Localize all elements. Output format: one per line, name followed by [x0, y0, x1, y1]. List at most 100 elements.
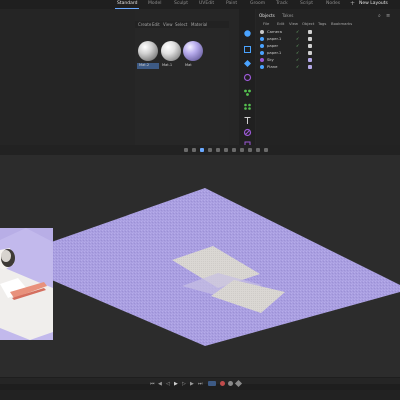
add-layout-icon[interactable]: + [350, 0, 355, 8]
playback-controls: ⏮ ◀ ◁ ▶ ▷ ▶ ⏭ [150, 379, 260, 388]
material-swatch-mat[interactable] [183, 41, 203, 61]
tag-icon[interactable] [308, 30, 312, 34]
next-frame-icon[interactable]: ▷ [182, 381, 186, 387]
object-name: paper.1 [267, 50, 282, 55]
layout-tab-script[interactable]: Script [300, 1, 313, 7]
object-name: paper [267, 43, 279, 48]
object-menu-object[interactable]: Object [302, 21, 314, 26]
viewport-filter-icon[interactable] [216, 148, 220, 152]
deformer-icon[interactable] [243, 67, 252, 82]
cinema4d-window: Standard Model Sculpt UVEdit Paint Groom… [0, 0, 400, 400]
autokey-icon[interactable] [228, 381, 233, 386]
material-tag-icon[interactable] [308, 65, 312, 69]
viewport-options-icon[interactable] [208, 148, 212, 152]
next-key-icon[interactable]: ▶ [190, 381, 194, 387]
object-menu-file[interactable]: File [263, 21, 269, 26]
attribute-panel [0, 9, 135, 145]
plane-object-icon [260, 65, 264, 69]
object-menu-view[interactable]: View [289, 21, 298, 26]
object-row-camera[interactable]: Camera ✓ [256, 29, 400, 36]
render-preview-image [0, 228, 53, 340]
search-icon[interactable]: ⌕ [378, 13, 381, 19]
spline-pen-icon[interactable] [243, 39, 252, 53]
material-swatch-mat2[interactable] [138, 41, 158, 61]
material-swatch-mat1[interactable] [161, 41, 181, 61]
layout-tab-nodes[interactable]: Nodes [326, 1, 340, 7]
object-name: Camera [267, 29, 282, 34]
material-tag-icon[interactable] [308, 58, 312, 62]
material-tag-icon[interactable] [308, 37, 312, 41]
previous-key-icon[interactable]: ◀ [158, 381, 162, 387]
layout-tab-track[interactable]: Track [276, 1, 288, 7]
viewport-grid-icon[interactable] [232, 148, 236, 152]
object-row-paper[interactable]: paper ✓ [256, 43, 400, 50]
object-name: Sky [267, 57, 274, 62]
viewport-render-icon[interactable] [248, 148, 252, 152]
viewport-hud-icon[interactable] [256, 148, 260, 152]
material-label-mat2: Mat.2 [139, 63, 150, 67]
go-to-end-icon[interactable]: ⏭ [198, 381, 203, 387]
object-row-plane[interactable]: Plane ✓ [256, 64, 400, 71]
camera-object-icon [260, 30, 264, 34]
loop-icon[interactable] [208, 381, 216, 386]
panel-options-icon[interactable]: ≡ [386, 13, 390, 19]
viewport-panel-icon[interactable] [224, 148, 228, 152]
layout-tab-uvedit[interactable]: UVEdit [199, 1, 214, 7]
camera-icon[interactable] [243, 110, 252, 124]
viewport-more-icon[interactable] [264, 148, 268, 152]
visibility-check-icon[interactable]: ✓ [296, 57, 299, 63]
material-label-mat1: Mat.1 [162, 63, 173, 67]
material-menu-create[interactable]: Create [138, 22, 151, 28]
mesh-object-icon [260, 37, 264, 41]
record-icon[interactable] [220, 381, 225, 386]
viewport-active-icon[interactable] [200, 148, 204, 152]
3d-viewport[interactable] [0, 155, 400, 377]
visibility-check-icon[interactable]: ✓ [296, 64, 299, 70]
timeline-track[interactable] [0, 390, 400, 400]
light-icon[interactable] [243, 122, 252, 137]
layout-tab-sculpt[interactable]: Sculpt [174, 1, 188, 7]
object-menu-tags[interactable]: Tags [318, 21, 326, 26]
material-tag-icon[interactable] [308, 44, 312, 48]
visibility-check-icon[interactable]: ✓ [296, 43, 299, 49]
fields-icon[interactable] [243, 96, 252, 110]
object-menu-bookmarks[interactable]: Bookmarks [331, 21, 352, 26]
cube-icon[interactable] [243, 23, 252, 37]
mesh-object-icon [260, 51, 264, 55]
material-menu-material[interactable]: Material [191, 22, 207, 28]
generator-icon[interactable] [243, 53, 252, 67]
tab-takes[interactable]: Takes [282, 13, 293, 19]
render-preview [0, 228, 53, 340]
object-row-paper-1[interactable]: paper.1 ✓ [256, 36, 400, 43]
tab-objects[interactable]: Objects [259, 13, 275, 19]
viewport-light-icon[interactable] [240, 148, 244, 152]
scene-icon[interactable] [243, 134, 252, 148]
visibility-check-icon[interactable]: ✓ [296, 29, 299, 35]
layout-tab-standard[interactable]: Standard [114, 1, 141, 9]
material-label-mat: Mat [185, 63, 192, 67]
layout-tab-paint[interactable]: Paint [226, 1, 237, 7]
visibility-check-icon[interactable]: ✓ [296, 36, 299, 42]
go-to-start-icon[interactable]: ⏮ [150, 381, 155, 387]
object-row-sky[interactable]: Sky ✓ [256, 57, 400, 64]
object-name: Plane [267, 64, 278, 69]
layout-tab-groom[interactable]: Groom [250, 1, 265, 7]
viewport-display-icon[interactable] [192, 148, 196, 152]
object-menu-edit[interactable]: Edit [277, 21, 284, 26]
layout-tab-model[interactable]: Model [148, 1, 162, 7]
object-row-paper-2[interactable]: paper.1 ✓ [256, 50, 400, 57]
visibility-check-icon[interactable]: ✓ [296, 50, 299, 56]
material-tag-icon[interactable] [308, 51, 312, 55]
play-icon[interactable]: ▶ [174, 381, 178, 387]
new-layouts-button[interactable]: New Layouts [359, 1, 388, 7]
material-menu-view[interactable]: View [163, 22, 173, 28]
material-menu-edit[interactable]: Edit [152, 22, 160, 28]
object-name: paper.1 [267, 36, 282, 41]
mograph-icon[interactable] [243, 82, 252, 96]
keyframe-icon[interactable] [234, 379, 243, 388]
material-menu-select[interactable]: Select [175, 22, 187, 28]
sky-object-icon [260, 58, 264, 62]
viewport-icon-row [184, 147, 274, 153]
previous-frame-icon[interactable]: ◁ [166, 381, 170, 387]
viewport-camera-icon[interactable] [184, 148, 188, 152]
